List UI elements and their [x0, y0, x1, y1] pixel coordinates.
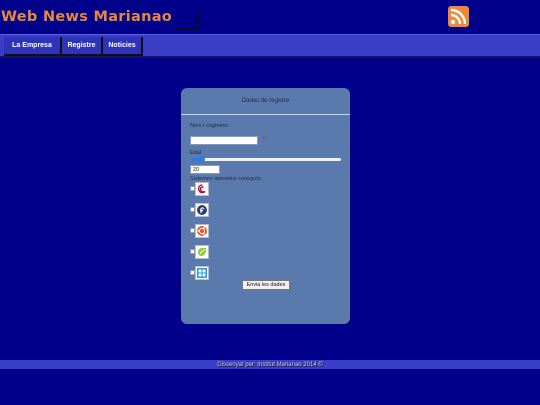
linux-mint-icon: [195, 245, 209, 259]
site-title[interactable]: Web News Marianao: [1, 9, 172, 25]
age-label: Edat: [190, 150, 202, 156]
form-title: Dades de registre: [181, 88, 350, 115]
submit-button[interactable]: Envia les dades: [242, 280, 290, 290]
windows-icon: [195, 266, 209, 280]
title-decoration: [176, 12, 199, 30]
required-asterisk: *: [262, 135, 266, 143]
registration-form-panel: Dades de registre Nom i cognoms * Edat 2…: [181, 88, 350, 324]
rss-feed-icon[interactable]: [448, 6, 469, 27]
name-label: Nom i cognoms: [190, 123, 229, 129]
age-number-input[interactable]: 20: [190, 165, 220, 174]
age-slider-thumb[interactable]: [197, 156, 205, 163]
nav-item-la-empresa[interactable]: La Empresa: [4, 37, 62, 56]
age-slider[interactable]: [190, 156, 341, 163]
name-input[interactable]: [190, 136, 258, 145]
nav-item-registre[interactable]: Registre: [62, 37, 103, 56]
ubuntu-icon: [195, 224, 209, 238]
debian-icon: [195, 182, 209, 196]
footer-credits: Dissenyat per: Institut Marianao 2014 ©: [0, 360, 540, 369]
fedora-icon: [195, 203, 209, 217]
nav-item-noticies[interactable]: Noticies: [103, 37, 143, 56]
main-navbar: La Empresa Registre Noticies: [0, 34, 540, 58]
